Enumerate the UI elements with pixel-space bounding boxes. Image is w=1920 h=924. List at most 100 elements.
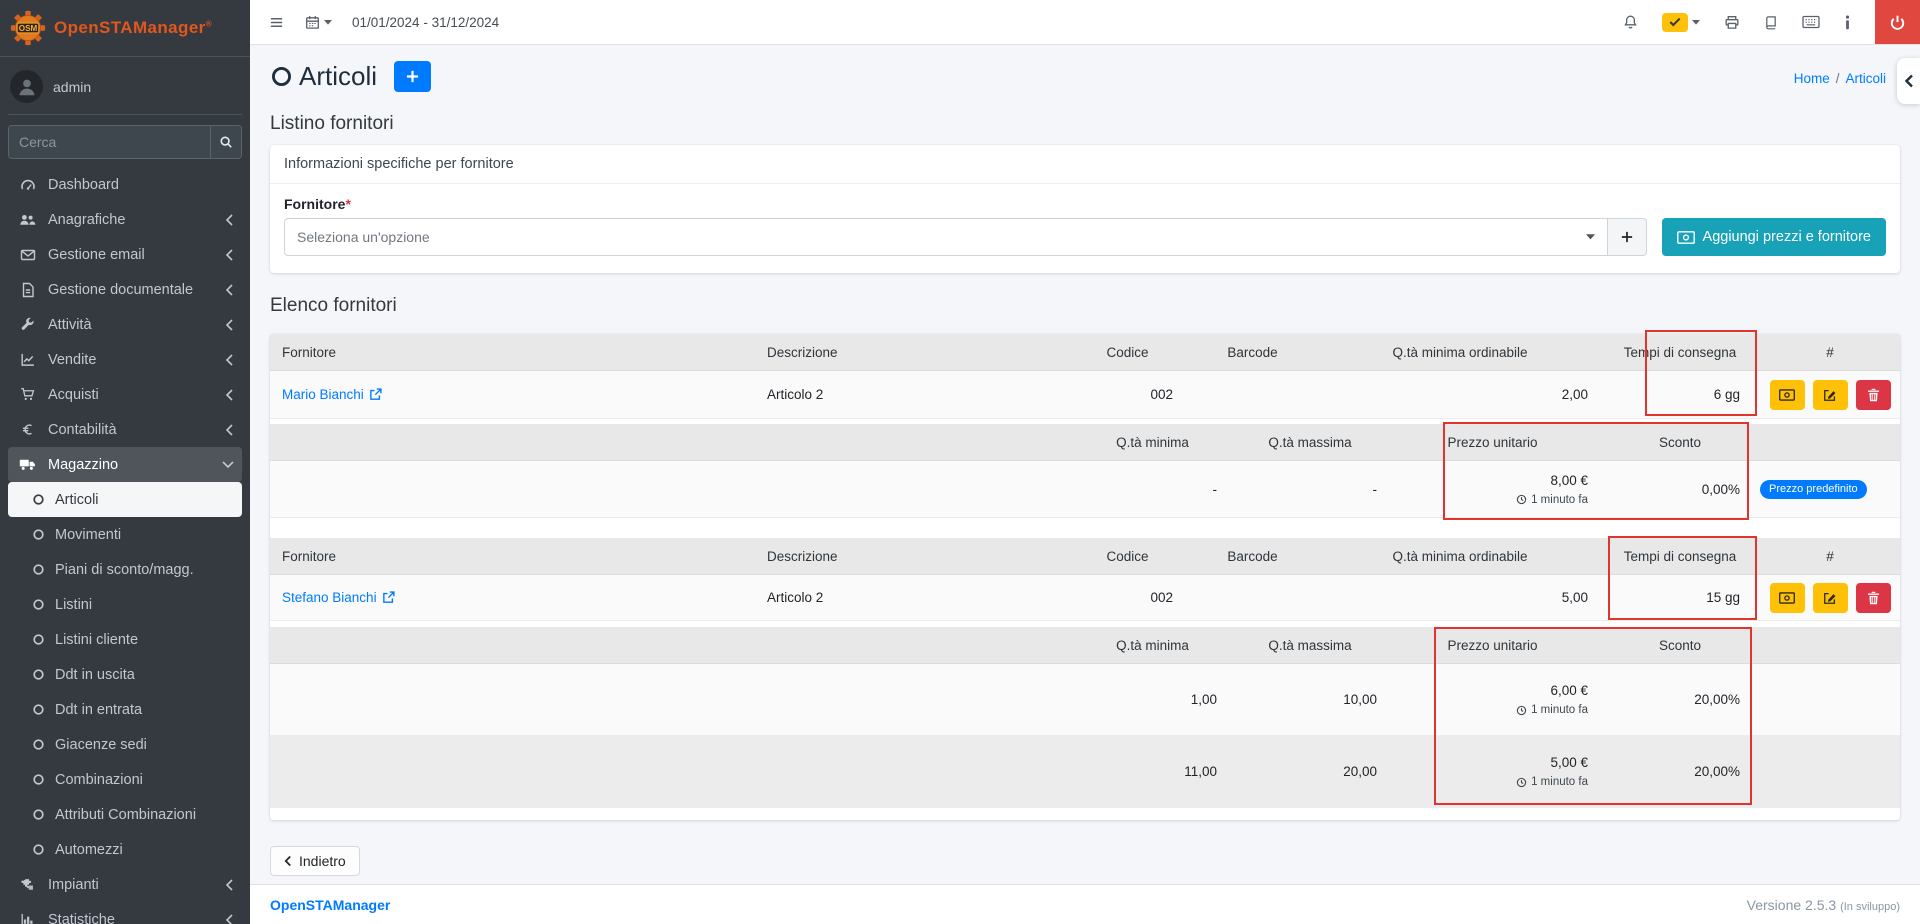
sidebar-item-impianti[interactable]: Impianti <box>8 867 242 902</box>
footer-version: Versione 2.5.3 (In sviluppo) <box>1747 897 1900 913</box>
navbar-right <box>1623 0 1920 44</box>
add-fornitore-button[interactable] <box>1608 218 1647 256</box>
cell-qta-minima: 1,00 <box>1070 692 1235 707</box>
cell-qta-minima-ordinabile: 2,00 <box>1320 387 1600 402</box>
row-actions <box>1760 380 1900 410</box>
delete-button[interactable] <box>1856 380 1891 410</box>
sidebar-subitem-giacenze-sedi[interactable]: Giacenze sedi <box>8 727 242 762</box>
cell-codice: 002 <box>1070 590 1185 605</box>
control-sidebar-toggle[interactable] <box>1897 58 1920 104</box>
caret-down-icon <box>1692 20 1700 25</box>
sidebar-item-dashboard[interactable]: Dashboard <box>8 167 242 202</box>
todo-dropdown-button[interactable] <box>1662 13 1700 32</box>
col-header-fornitore: Fornitore <box>270 345 755 360</box>
sidebar-subitem-articoli[interactable]: Articoli <box>8 482 242 517</box>
col-header-qta-massima: Q.tà massima <box>1235 435 1385 450</box>
cell-descrizione: Articolo 2 <box>755 590 1070 605</box>
chevron-left-icon <box>225 389 234 401</box>
cell-sconto: 20,00% <box>1600 764 1760 779</box>
delete-button[interactable] <box>1856 583 1891 613</box>
search-icon <box>219 135 233 149</box>
updated-time: 1 minuto fa <box>1516 494 1588 506</box>
hamburger-icon <box>268 15 285 30</box>
cell-qta-massima: - <box>1235 482 1385 497</box>
breadcrumb-home-link[interactable]: Home <box>1794 71 1830 86</box>
supplier-info-card: Informazioni specifiche per fornitore Fo… <box>270 145 1900 273</box>
cart-icon <box>16 387 39 402</box>
caret-down-icon <box>1586 234 1595 240</box>
shortcuts-button[interactable] <box>1802 15 1820 29</box>
breadcrumb-current-link[interactable]: Articoli <box>1845 71 1886 86</box>
cell-qta-massima: 10,00 <box>1235 692 1385 707</box>
date-range[interactable]: 01/01/2024 - 31/12/2024 <box>352 15 499 30</box>
power-icon <box>1889 14 1906 31</box>
sidebar-item-vendite[interactable]: Vendite <box>8 342 242 377</box>
cell-prezzo-unitario: 6,00 € 1 minuto fa <box>1385 683 1600 716</box>
svg-text:OSM: OSM <box>19 24 38 33</box>
sidebar-item-magazzino[interactable]: Magazzino <box>8 447 242 482</box>
price-header-row: Q.tà minima Q.tà massima Prezzo unitario… <box>270 424 1900 461</box>
calendar-dropdown-button[interactable] <box>305 15 332 30</box>
bell-icon <box>1623 14 1638 30</box>
fornitore-select[interactable]: Seleziona un'opzione <box>284 218 1608 256</box>
top-navbar: 01/01/2024 - 31/12/2024 <box>250 0 1920 45</box>
cell-sconto: 20,00% <box>1600 692 1760 707</box>
sidebar-subitem-attributi-combinazioni[interactable]: Attributi Combinazioni <box>8 797 242 832</box>
suppliers-table-card: Fornitore Descrizione Codice Barcode Q.t… <box>270 334 1900 820</box>
sidebar-subitem-ddt-in-uscita[interactable]: Ddt in uscita <box>8 657 242 692</box>
chart-bar-icon <box>16 912 39 924</box>
edit-button[interactable] <box>1813 583 1848 613</box>
search-input[interactable] <box>9 126 210 158</box>
cell-sconto: 0,00% <box>1600 482 1760 497</box>
chevron-left-icon <box>225 424 234 436</box>
footer-brand-link[interactable]: OpenSTAManager <box>270 897 390 913</box>
chevron-left-icon <box>225 214 234 226</box>
search-button[interactable] <box>210 126 241 158</box>
notifications-button[interactable] <box>1623 14 1638 30</box>
record-circle-icon <box>270 65 293 88</box>
manual-button[interactable] <box>1764 15 1778 30</box>
cell-qta-minima: 11,00 <box>1070 764 1235 779</box>
sidebar-item-anagrafiche[interactable]: Anagrafiche <box>8 202 242 237</box>
sidebar-nav: Dashboard Anagrafiche Gestione email Ges… <box>0 163 250 924</box>
print-button[interactable] <box>1724 15 1740 30</box>
logout-button[interactable] <box>1875 0 1920 44</box>
cell-descrizione: Articolo 2 <box>755 387 1070 402</box>
brand[interactable]: OSM OpenSTAManager® <box>0 0 250 57</box>
sidebar-subitem-listini[interactable]: Listini <box>8 587 242 622</box>
prices-button[interactable] <box>1770 380 1805 410</box>
edit-button[interactable] <box>1813 380 1848 410</box>
sidebar-item-attivita[interactable]: Attività <box>8 307 242 342</box>
sidebar-item-acquisti[interactable]: Acquisti <box>8 377 242 412</box>
aggiungi-prezzi-fornitore-button[interactable]: Aggiungi prezzi e fornitore <box>1662 218 1886 256</box>
cell-prezzo-unitario: 8,00 € 1 minuto fa <box>1385 473 1600 506</box>
sidebar-subitem-listini-cliente[interactable]: Listini cliente <box>8 622 242 657</box>
plus-icon <box>1621 231 1633 243</box>
back-button[interactable]: Indietro <box>270 846 360 876</box>
add-article-button[interactable] <box>394 61 431 92</box>
sidebar-subitem-combinazioni[interactable]: Combinazioni <box>8 762 242 797</box>
cell-qta-minima-ordinabile: 5,00 <box>1320 590 1600 605</box>
sidebar-item-contabilita[interactable]: Contabilità <box>8 412 242 447</box>
col-header-codice: Codice <box>1070 345 1185 360</box>
sidebar-subitem-automezzi[interactable]: Automezzi <box>8 832 242 867</box>
col-header-tempi-di-consegna: Tempi di consegna <box>1600 345 1760 360</box>
sidebar-item-gestione-email[interactable]: Gestione email <box>8 237 242 272</box>
sidebar-subitem-piani-di-sconto[interactable]: Piani di sconto/magg. <box>8 552 242 587</box>
sidebar-subitem-ddt-in-entrata[interactable]: Ddt in entrata <box>8 692 242 727</box>
supplier-row: Mario Bianchi Articolo 2 002 2,00 6 gg <box>270 371 1900 419</box>
sidebar-item-statistiche[interactable]: Statistiche <box>8 902 242 924</box>
sidebar-subitem-movimenti[interactable]: Movimenti <box>8 517 242 552</box>
truck-icon <box>16 457 39 472</box>
osm-gear-logo-icon: OSM <box>10 10 46 46</box>
calendar-icon <box>305 15 320 30</box>
sidebar-item-gestione-documentale[interactable]: Gestione documentale <box>8 272 242 307</box>
supplier-link[interactable]: Stefano Bianchi <box>282 590 395 605</box>
supplier-link[interactable]: Mario Bianchi <box>282 387 382 402</box>
info-button[interactable] <box>1844 15 1851 30</box>
price-header-row: Q.tà minima Q.tà massima Prezzo unitario… <box>270 627 1900 664</box>
menu-toggle-button[interactable] <box>268 15 285 30</box>
main-footer: OpenSTAManager Versione 2.5.3 (In svilup… <box>250 884 1920 924</box>
edit-pencil-icon <box>1823 388 1837 402</box>
prices-button[interactable] <box>1770 583 1805 613</box>
